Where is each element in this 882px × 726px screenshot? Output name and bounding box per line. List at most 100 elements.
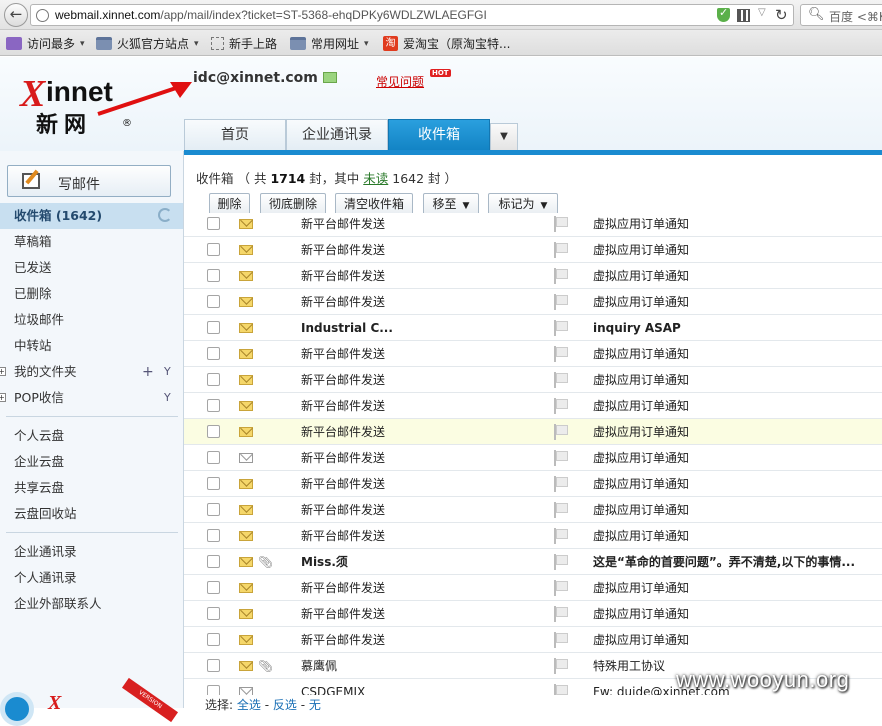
chevron-down-icon[interactable]: ▽ — [758, 7, 766, 18]
row-checkbox[interactable] — [207, 373, 220, 386]
row-checkbox[interactable] — [207, 555, 220, 568]
row-checkbox[interactable] — [207, 269, 220, 282]
mail-row[interactable]: 新平台邮件发送 虚拟应用订单通知 — [184, 367, 882, 393]
folder-transfer[interactable]: 中转站 — [0, 333, 183, 359]
mail-subject[interactable]: 虚拟应用订单通知 — [593, 213, 689, 237]
cloud-recycle[interactable]: 云盘回收站 — [0, 501, 183, 527]
row-checkbox[interactable] — [207, 243, 220, 256]
mail-row[interactable]: 新平台邮件发送 虚拟应用订单通知 — [184, 213, 882, 237]
flag-icon[interactable] — [554, 216, 568, 232]
mail-subject[interactable]: inquiry ASAP — [593, 315, 681, 341]
folder-my-folders[interactable]: + 我的文件夹 + Y — [0, 359, 183, 385]
bookmark-most-visited[interactable]: 访问最多 ▾ — [6, 35, 85, 52]
bookmark-firefox-sites[interactable]: 火狐官方站点 ▾ — [96, 35, 199, 52]
bookmark-getting-started[interactable]: 新手上路 — [211, 35, 277, 52]
flag-icon[interactable] — [554, 632, 568, 648]
faq-link[interactable]: 常见问题 — [376, 73, 424, 90]
mail-subject[interactable]: 虚拟应用订单通知 — [593, 497, 689, 523]
folder-spam[interactable]: 垃圾邮件 — [0, 307, 183, 333]
flag-icon[interactable] — [554, 320, 568, 336]
search-input[interactable]: 🔍︎ 百度 <⌘K — [800, 4, 882, 26]
shield-icon[interactable] — [717, 6, 730, 22]
cloud-personal[interactable]: 个人云盘 — [0, 423, 183, 449]
mail-subject[interactable]: 特殊用工协议 — [593, 653, 665, 679]
filter-icon[interactable]: Y — [164, 385, 171, 411]
contacts-external[interactable]: 企业外部联系人 — [0, 591, 183, 617]
mark-as-dropdown[interactable]: 标记为 ▼ — [488, 193, 558, 215]
flag-icon[interactable] — [554, 528, 568, 544]
mail-subject[interactable]: 虚拟应用订单通知 — [593, 601, 689, 627]
flag-icon[interactable] — [554, 554, 568, 570]
row-checkbox[interactable] — [207, 295, 220, 308]
mail-row[interactable]: 新平台邮件发送 虚拟应用订单通知 — [184, 237, 882, 263]
mail-subject[interactable]: 虚拟应用订单通知 — [593, 523, 689, 549]
mail-subject[interactable]: 虚拟应用订单通知 — [593, 289, 689, 315]
flag-icon[interactable] — [554, 684, 568, 695]
folder-inbox[interactable]: 收件箱 (1642) — [0, 203, 183, 229]
folder-drafts[interactable]: 草稿箱 — [0, 229, 183, 255]
flag-icon[interactable] — [554, 372, 568, 388]
mail-subject[interactable]: 虚拟应用订单通知 — [593, 263, 689, 289]
cloud-enterprise[interactable]: 企业云盘 — [0, 449, 183, 475]
row-checkbox[interactable] — [207, 477, 220, 490]
mail-subject[interactable]: 虚拟应用订单通知 — [593, 237, 689, 263]
flag-icon[interactable] — [554, 398, 568, 414]
invert-selection-link[interactable]: 反选 — [273, 698, 297, 712]
add-folder-icon[interactable]: + — [142, 359, 154, 385]
move-to-dropdown[interactable]: 移至 ▼ — [423, 193, 479, 215]
tab-enterprise-contacts[interactable]: 企业通讯录 — [286, 119, 388, 151]
folder-sent[interactable]: 已发送 — [0, 255, 183, 281]
select-all-link[interactable]: 全选 — [237, 698, 261, 712]
address-field[interactable]: webmail.xinnet.com/app/mail/index?ticket… — [30, 4, 794, 26]
row-checkbox[interactable] — [207, 529, 220, 542]
flag-icon[interactable] — [554, 268, 568, 284]
row-checkbox[interactable] — [207, 685, 220, 695]
row-checkbox[interactable] — [207, 347, 220, 360]
mail-subject[interactable]: 虚拟应用订单通知 — [593, 627, 689, 653]
reload-icon[interactable]: ↻ — [775, 6, 788, 24]
refresh-icon[interactable] — [158, 208, 172, 222]
cloud-shared[interactable]: 共享云盘 — [0, 475, 183, 501]
flag-icon[interactable] — [554, 294, 568, 310]
mail-subject[interactable]: 虚拟应用订单通知 — [593, 575, 689, 601]
tab-menu-chevron-icon[interactable]: ▼ — [490, 123, 518, 151]
compose-button[interactable]: 写邮件 — [7, 165, 171, 197]
mail-subject[interactable]: 虚拟应用订单通知 — [593, 445, 689, 471]
back-arrow-icon[interactable]: ← — [4, 3, 28, 27]
contacts-personal[interactable]: 个人通讯录 — [0, 565, 183, 591]
mail-row[interactable]: 新平台邮件发送 虚拟应用订单通知 — [184, 523, 882, 549]
flag-icon[interactable] — [554, 424, 568, 440]
folder-pop[interactable]: + POP收信 Y — [0, 385, 183, 411]
permanent-delete-button[interactable]: 彻底删除 — [260, 193, 326, 215]
flag-icon[interactable] — [554, 450, 568, 466]
row-checkbox[interactable] — [207, 321, 220, 334]
contacts-enterprise[interactable]: 企业通讯录 — [0, 539, 183, 565]
mail-row[interactable]: 新平台邮件发送 虚拟应用订单通知 — [184, 601, 882, 627]
mail-row[interactable]: 新平台邮件发送 虚拟应用订单通知 — [184, 341, 882, 367]
select-none-link[interactable]: 无 — [309, 698, 321, 712]
mail-row[interactable]: 新平台邮件发送 虚拟应用订单通知 — [184, 289, 882, 315]
mail-row[interactable]: 新平台邮件发送 虚拟应用订单通知 — [184, 471, 882, 497]
bookmark-common-sites[interactable]: 常用网址 ▾ — [290, 35, 369, 52]
row-checkbox[interactable] — [207, 659, 220, 672]
mail-row[interactable]: 新平台邮件发送 虚拟应用订单通知 — [184, 627, 882, 653]
tab-inbox[interactable]: 收件箱 — [388, 119, 490, 151]
qr-code-icon[interactable] — [737, 9, 750, 22]
bookmark-taobao[interactable]: 淘 爱淘宝（原淘宝特... — [383, 35, 510, 52]
mail-subject[interactable]: 这是“革命的首要问题”。弄不清楚,以下的事情... — [593, 549, 855, 575]
filter-icon[interactable]: Y — [164, 359, 171, 385]
mail-row[interactable]: 新平台邮件发送 虚拟应用订单通知 — [184, 575, 882, 601]
flag-icon[interactable] — [554, 580, 568, 596]
row-checkbox[interactable] — [207, 425, 220, 438]
unread-link[interactable]: 未读 — [363, 171, 388, 186]
delete-button[interactable]: 删除 — [209, 193, 250, 215]
flag-icon[interactable] — [554, 242, 568, 258]
flag-icon[interactable] — [554, 502, 568, 518]
flag-icon[interactable] — [554, 476, 568, 492]
mail-row[interactable]: Industrial C... inquiry ASAP — [184, 315, 882, 341]
expand-icon[interactable]: + — [0, 367, 6, 376]
row-checkbox[interactable] — [207, 217, 220, 230]
mail-row[interactable]: 新平台邮件发送 虚拟应用订单通知 — [184, 445, 882, 471]
row-checkbox[interactable] — [207, 581, 220, 594]
mail-subject[interactable]: 虚拟应用订单通知 — [593, 393, 689, 419]
